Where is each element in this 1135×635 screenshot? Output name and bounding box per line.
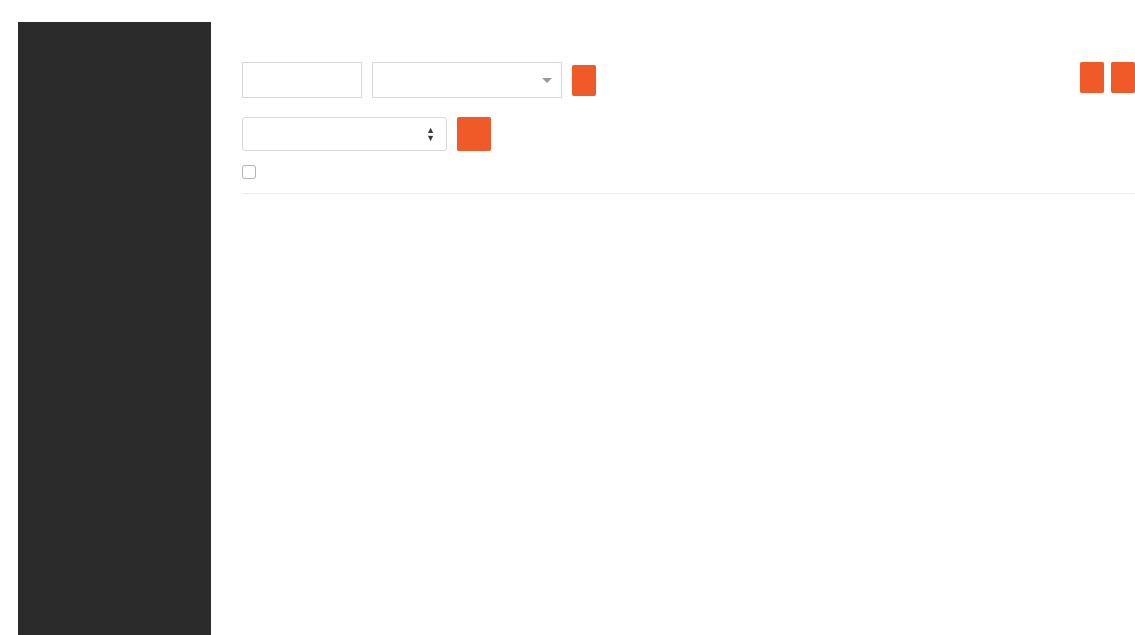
header-order [271,156,372,194]
export-button-group [1080,62,1135,93]
table-header-row [242,156,1135,194]
header-order-total [372,156,473,194]
filter-by-date-input[interactable] [242,62,362,98]
orders-table-head [242,156,1135,194]
orders-table-wrapper [211,156,1135,194]
filter-button[interactable] [572,65,596,96]
orders-table [242,156,1135,194]
bulk-actions-wrapper: ▲ ▼ [242,117,447,151]
bulk-actions-select[interactable] [242,117,447,151]
export-filtered-button[interactable] [1111,62,1135,93]
sidebar [18,22,211,635]
export-all-button[interactable] [1080,62,1104,93]
page-root: ▲ ▼ [0,0,1135,635]
bulk-actions-bar: ▲ ▼ [211,102,1135,156]
header-action [966,156,1135,194]
header-earning [473,156,563,194]
filter-by-customer-select[interactable] [372,62,562,98]
filter-bar [211,48,1135,102]
header-status [563,156,649,194]
select-all-checkbox[interactable] [242,165,256,180]
apply-button[interactable] [457,117,491,151]
main-content: ▲ ▼ [211,0,1135,635]
header-select-all [242,156,271,194]
chevron-down-icon [542,78,552,83]
status-filter-tabs [211,0,1135,48]
header-date [813,156,966,194]
header-customer [649,156,813,194]
